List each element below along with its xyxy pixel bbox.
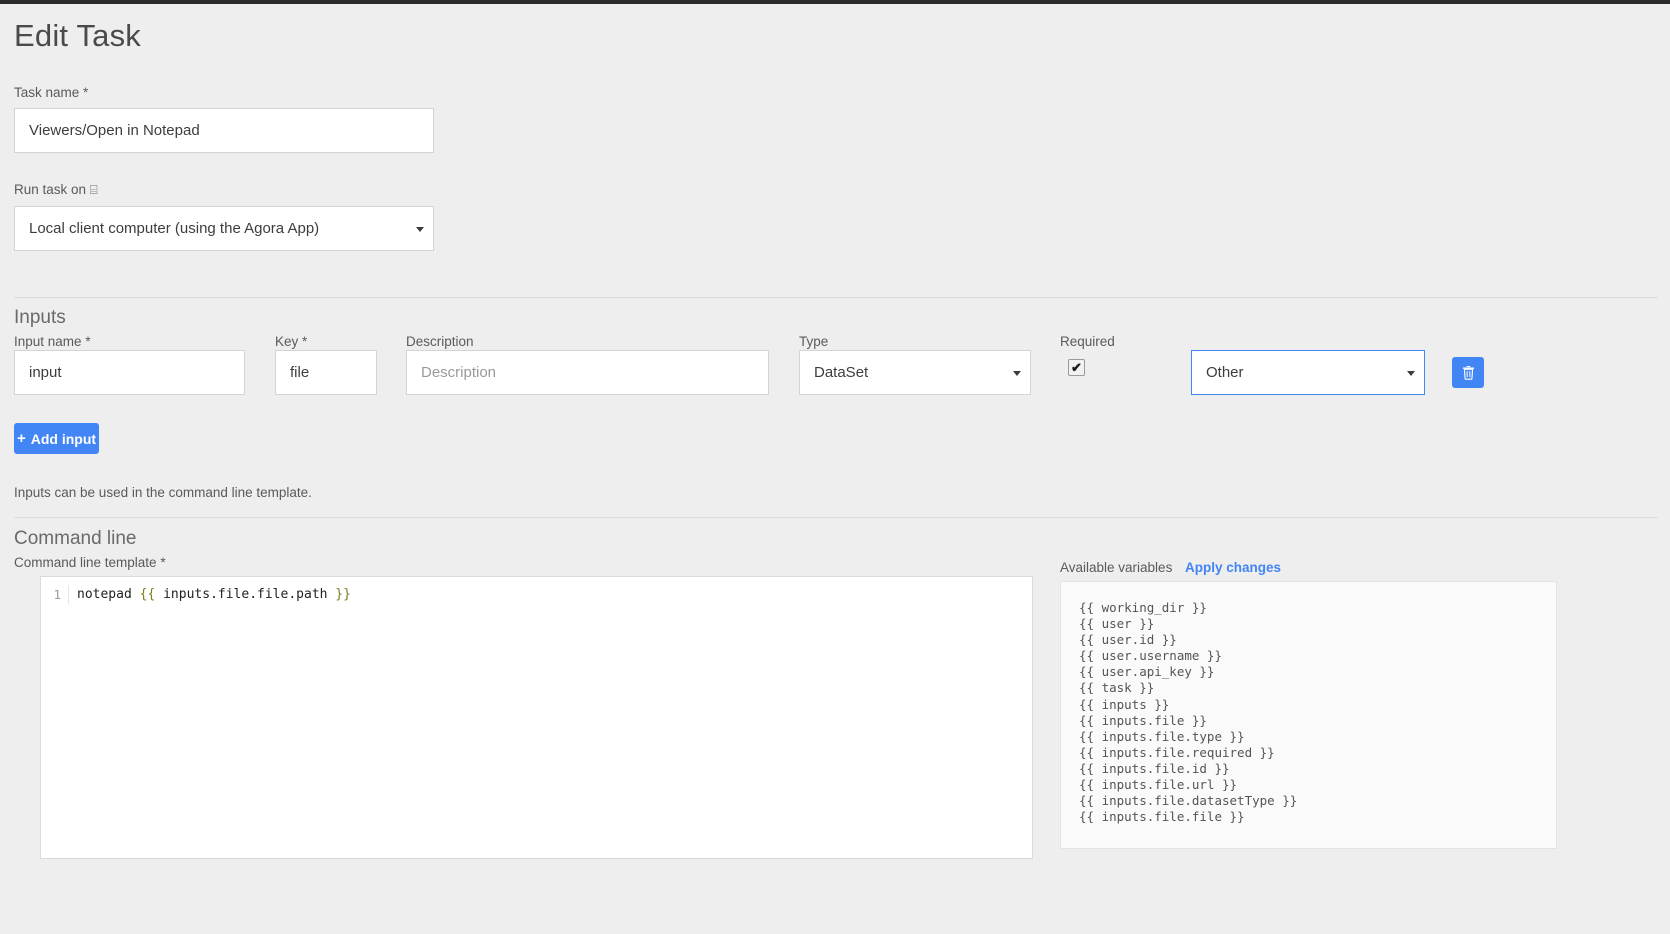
key-column-label: Key * xyxy=(275,334,307,350)
apply-changes-link[interactable]: Apply changes xyxy=(1185,560,1281,575)
command-line-template-required-mark: * xyxy=(160,555,166,570)
chevron-down-icon xyxy=(416,226,424,232)
code-token-close-brace: }} xyxy=(335,587,351,602)
available-variables-panel: {{ working_dir }} {{ user }} {{ user.id … xyxy=(1060,581,1557,849)
input-description-input[interactable] xyxy=(406,350,769,395)
input-key-input[interactable] xyxy=(275,350,377,395)
command-line-template-label-text: Command line template xyxy=(14,555,157,570)
description-column-label: Description xyxy=(406,334,474,349)
add-input-button-label: Add input xyxy=(30,430,97,447)
command-line-template-label: Command line template * xyxy=(14,555,166,571)
input-type-select[interactable]: DataSet xyxy=(799,350,1031,395)
key-required-mark: * xyxy=(302,334,308,349)
task-name-required-mark: * xyxy=(83,85,89,100)
edit-task-page: Edit Task Task name * Run task on ⌸ Loca… xyxy=(0,4,1670,934)
input-name-column-label: Input name * xyxy=(14,334,91,350)
code-token-command: notepad xyxy=(77,587,140,602)
editor-line-row: 1 notepad {{ inputs.file.file.path }} xyxy=(41,585,1032,604)
divider-command-line xyxy=(14,517,1658,518)
variable-item[interactable]: {{ working_dir }} xyxy=(1079,600,1556,616)
variable-item[interactable]: {{ inputs.file.required }} xyxy=(1079,745,1556,761)
delete-input-button[interactable] xyxy=(1452,357,1484,388)
required-column-label: Required xyxy=(1060,334,1115,349)
type-column-label: Type xyxy=(799,334,829,349)
laptop-icon: ⌸ xyxy=(89,182,98,197)
task-name-label-text: Task name xyxy=(14,85,80,100)
run-task-on-select[interactable]: Local client computer (using the Agora A… xyxy=(14,206,434,251)
page-title: Edit Task xyxy=(14,18,142,53)
inputs-helper-text: Inputs can be used in the command line t… xyxy=(14,485,312,500)
input-name-input[interactable] xyxy=(14,350,245,395)
command-line-section-title: Command line xyxy=(14,528,137,549)
chevron-down-icon xyxy=(1013,370,1021,376)
inputs-section-title: Inputs xyxy=(14,307,66,328)
variable-item[interactable]: {{ user.api_key }} xyxy=(1079,664,1556,680)
plus-icon: + xyxy=(16,430,26,447)
variable-item[interactable]: {{ user }} xyxy=(1079,616,1556,632)
input-subtype-selected-value: Other xyxy=(1206,364,1244,381)
variable-item[interactable]: {{ inputs.file.datasetType }} xyxy=(1079,793,1556,809)
input-required-checkbox[interactable]: ✔ xyxy=(1068,359,1085,376)
input-name-required-mark: * xyxy=(85,334,91,349)
variable-item[interactable]: {{ inputs.file.type }} xyxy=(1079,729,1556,745)
input-name-column-label-text: Input name xyxy=(14,334,82,349)
code-token-variable: inputs.file.file.path xyxy=(155,587,336,602)
input-subtype-select[interactable]: Other xyxy=(1191,350,1425,395)
editor-line-number: 1 xyxy=(41,585,69,604)
variable-item[interactable]: {{ inputs.file.file }} xyxy=(1079,809,1556,825)
task-name-label: Task name * xyxy=(14,85,88,101)
check-icon: ✔ xyxy=(1071,360,1082,375)
variable-item[interactable]: {{ inputs.file.id }} xyxy=(1079,761,1556,777)
code-token-open-brace: {{ xyxy=(139,587,156,602)
variable-item[interactable]: {{ inputs }} xyxy=(1079,697,1556,713)
available-variables-label: Available variables xyxy=(1060,560,1173,575)
variable-item[interactable]: {{ inputs.file }} xyxy=(1079,713,1556,729)
trash-icon xyxy=(1462,366,1474,380)
variable-item[interactable]: {{ inputs.file.url }} xyxy=(1079,777,1556,793)
run-task-on-selected-value: Local client computer (using the Agora A… xyxy=(29,220,320,237)
editor-code-line[interactable]: notepad {{ inputs.file.file.path }} xyxy=(69,585,351,604)
task-name-input[interactable] xyxy=(14,108,434,153)
add-input-button[interactable]: + Add input xyxy=(14,423,99,454)
command-line-editor[interactable]: 1 notepad {{ inputs.file.file.path }} xyxy=(40,576,1033,859)
variable-item[interactable]: {{ task }} xyxy=(1079,680,1556,696)
variable-item[interactable]: {{ user.id }} xyxy=(1079,632,1556,648)
run-task-on-label-text: Run task on xyxy=(14,182,87,197)
chevron-down-icon xyxy=(1407,370,1415,376)
variable-item[interactable]: {{ user.username }} xyxy=(1079,648,1556,664)
key-column-label-text: Key xyxy=(275,334,299,349)
run-task-on-label: Run task on ⌸ xyxy=(14,182,98,198)
input-type-selected-value: DataSet xyxy=(814,364,869,381)
divider-inputs xyxy=(14,297,1658,298)
